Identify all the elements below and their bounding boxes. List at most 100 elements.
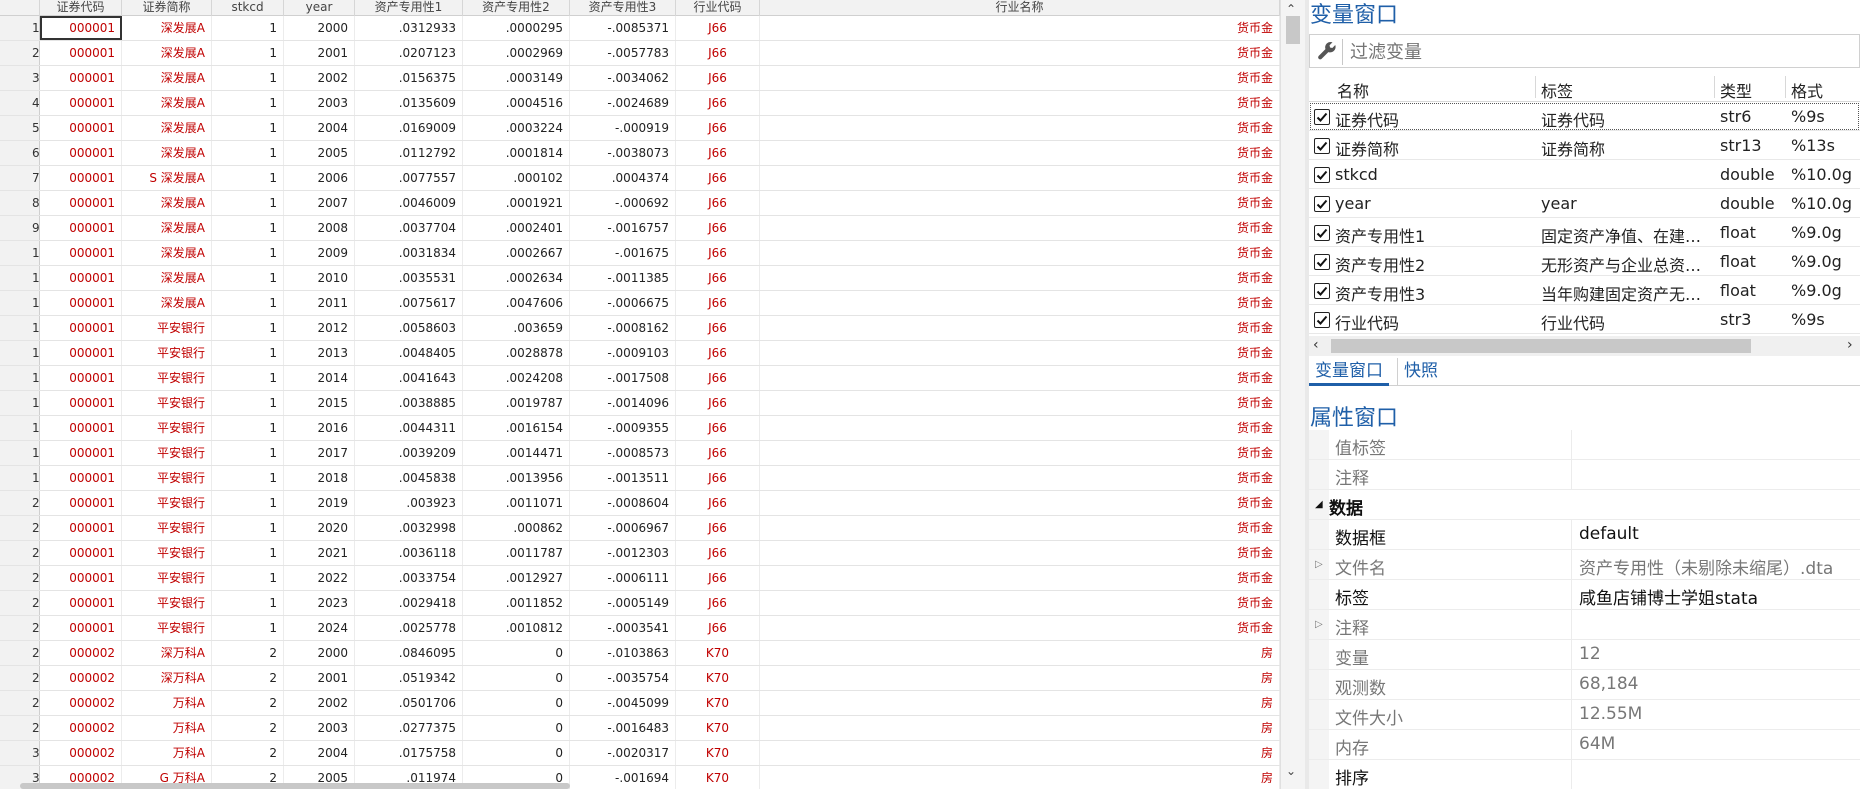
table-cell[interactable]: .0044311 <box>355 416 463 440</box>
variable-row[interactable]: 证券简称 证券简称 str13 %13s <box>1309 131 1860 160</box>
table-cell[interactable]: .0000295 <box>463 16 570 40</box>
collapse-icon[interactable]: ◢ <box>1315 499 1323 510</box>
table-cell[interactable]: -.000692 <box>570 191 676 215</box>
column-header[interactable]: year <box>284 0 355 16</box>
row-number[interactable]: 26 <box>0 641 40 665</box>
table-cell[interactable]: J66 <box>676 416 760 440</box>
variable-checkbox[interactable] <box>1314 196 1330 212</box>
variable-checkbox[interactable] <box>1314 254 1330 270</box>
table-cell[interactable]: 2006 <box>284 166 355 190</box>
variable-list-horizontal-scrollbar[interactable]: ‹ › <box>1309 336 1860 356</box>
table-cell[interactable]: 2018 <box>284 466 355 490</box>
table-cell[interactable]: 2003 <box>284 716 355 740</box>
table-cell[interactable]: .0002401 <box>463 216 570 240</box>
row-number[interactable]: 19 <box>0 466 40 490</box>
table-cell[interactable]: 货币金 <box>760 116 1280 140</box>
table-cell[interactable]: 2012 <box>284 316 355 340</box>
column-separator[interactable] <box>1714 76 1715 98</box>
table-cell[interactable]: .0029418 <box>355 591 463 615</box>
table-cell[interactable]: -.0012303 <box>570 541 676 565</box>
table-cell[interactable]: 2 <box>212 691 284 715</box>
table-cell[interactable]: 货币金 <box>760 341 1280 365</box>
table-cell[interactable]: 货币金 <box>760 166 1280 190</box>
variable-row[interactable]: 资产专用性1 固定资产净值、在建工... float %9.0g <box>1309 218 1860 247</box>
table-cell[interactable]: .0277375 <box>355 716 463 740</box>
row-number[interactable]: 24 <box>0 591 40 615</box>
table-cell[interactable]: -.0006675 <box>570 291 676 315</box>
table-cell[interactable]: 货币金 <box>760 391 1280 415</box>
row-number[interactable]: 6 <box>0 141 40 165</box>
row-number[interactable]: 20 <box>0 491 40 515</box>
table-row[interactable]: 6 000001 深发展A 1 2005.0112792.0001814 -.003807… <box>0 141 1280 166</box>
table-cell[interactable]: J66 <box>676 366 760 390</box>
table-cell[interactable]: 000001 <box>40 566 122 590</box>
table-cell[interactable]: 0 <box>463 716 570 740</box>
column-header[interactable]: stkcd <box>212 0 284 16</box>
table-cell[interactable]: 深万科A <box>122 641 212 665</box>
table-cell[interactable]: .0002634 <box>463 266 570 290</box>
table-cell[interactable]: 000001 <box>40 266 122 290</box>
table-cell[interactable]: .0031834 <box>355 241 463 265</box>
property-value[interactable]: 12.55M <box>1579 704 1642 724</box>
table-row[interactable]: 24000001平安银行12023.0029418.0011852-.00051… <box>0 591 1280 616</box>
table-cell[interactable]: .0003149 <box>463 66 570 90</box>
table-row[interactable]: 20000001平安银行12019.003923.0011071-.000860… <box>0 491 1280 516</box>
table-cell[interactable]: .0047606 <box>463 291 570 315</box>
table-cell[interactable]: .0312933 <box>355 16 463 40</box>
row-number[interactable]: 2 <box>0 41 40 65</box>
table-cell[interactable]: -.0009355 <box>570 416 676 440</box>
table-cell[interactable]: 000002 <box>40 641 122 665</box>
variable-checkbox[interactable] <box>1314 283 1330 299</box>
table-cell[interactable]: 深发展A <box>122 141 212 165</box>
row-number[interactable]: 28 <box>0 691 40 715</box>
column-header[interactable]: 行业代码 <box>676 0 760 16</box>
table-cell[interactable]: 房 <box>760 741 1280 765</box>
table-cell[interactable]: 2001 <box>284 41 355 65</box>
table-cell[interactable]: 000001 <box>40 366 122 390</box>
table-cell[interactable]: 货币金 <box>760 466 1280 490</box>
table-cell[interactable]: 1 <box>212 66 284 90</box>
header-type[interactable]: 类型 <box>1720 78 1752 102</box>
variable-row[interactable]: year year double %10.0g <box>1309 189 1860 218</box>
property-section[interactable]: ◢ 数据 <box>1309 490 1860 520</box>
table-cell[interactable]: 货币金 <box>760 491 1280 515</box>
table-cell[interactable]: .0519342 <box>355 666 463 690</box>
variable-checkbox[interactable] <box>1314 312 1330 328</box>
header-name[interactable]: 名称 <box>1337 78 1369 102</box>
table-cell[interactable]: 000001 <box>40 616 122 640</box>
table-cell[interactable]: 2004 <box>284 741 355 765</box>
table-cell[interactable]: 万科A <box>122 741 212 765</box>
table-cell[interactable]: 房 <box>760 666 1280 690</box>
table-cell[interactable]: .003923 <box>355 491 463 515</box>
table-cell[interactable]: 平安银行 <box>122 316 212 340</box>
table-cell[interactable]: 000001 <box>40 66 122 90</box>
table-cell[interactable]: 平安银行 <box>122 441 212 465</box>
table-cell[interactable]: 1 <box>212 141 284 165</box>
table-cell[interactable]: 货币金 <box>760 316 1280 340</box>
table-row[interactable]: 5 000001 深发展A 1 2004.0169009.0003224 -.000919… <box>0 116 1280 141</box>
table-cell[interactable]: J66 <box>676 166 760 190</box>
table-cell[interactable]: J66 <box>676 516 760 540</box>
row-number[interactable]: 29 <box>0 716 40 740</box>
column-header[interactable]: 资产专用性2 <box>463 0 570 16</box>
table-cell[interactable]: .003659 <box>463 316 570 340</box>
table-row[interactable]: 25000001平安银行12024.0025778.0010812-.00035… <box>0 616 1280 641</box>
table-cell[interactable]: 深发展A <box>122 41 212 65</box>
table-cell[interactable]: 000001 <box>40 591 122 615</box>
variable-checkbox[interactable] <box>1314 225 1330 241</box>
table-cell[interactable]: K70 <box>676 691 760 715</box>
table-cell[interactable]: .0075617 <box>355 291 463 315</box>
table-cell[interactable]: 000001 <box>40 491 122 515</box>
table-cell[interactable]: 2 <box>212 666 284 690</box>
variable-row[interactable]: 资产专用性3 当年购建固定资产无形... float %9.0g <box>1309 276 1860 305</box>
table-row[interactable]: 10000001深发展A12009.0031834.0002667-.00167… <box>0 241 1280 266</box>
row-number[interactable]: 18 <box>0 441 40 465</box>
table-cell[interactable]: 1 <box>212 591 284 615</box>
table-cell[interactable]: 房 <box>760 641 1280 665</box>
property-row[interactable]: 排序 <box>1309 760 1860 789</box>
table-cell[interactable]: .000102 <box>463 166 570 190</box>
table-cell[interactable]: 货币金 <box>760 441 1280 465</box>
table-cell[interactable]: 000001 <box>40 41 122 65</box>
table-cell[interactable]: K70 <box>676 666 760 690</box>
table-cell[interactable]: 000001 <box>40 416 122 440</box>
